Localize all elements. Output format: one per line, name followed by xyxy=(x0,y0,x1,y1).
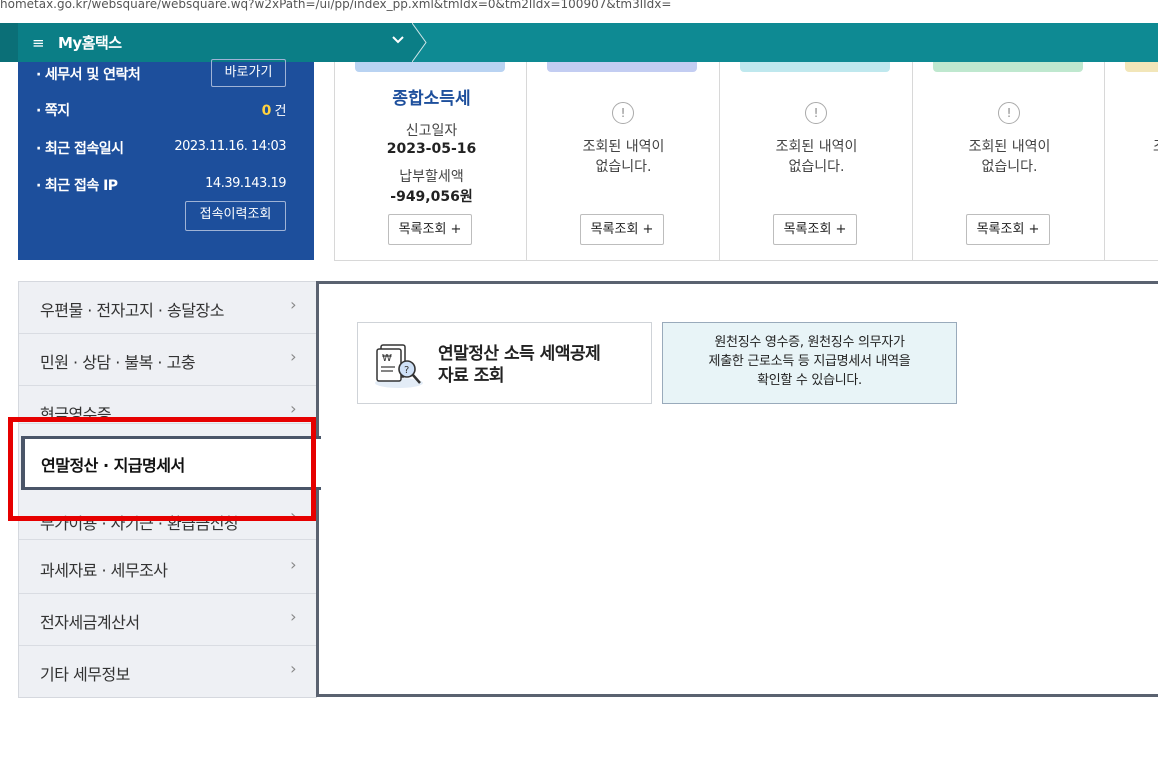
side-item-other-info[interactable]: 기타 세무정보 › xyxy=(19,646,316,698)
tax-office-label: 세무서 및 연락처 xyxy=(36,64,141,84)
side-item-e-invoice[interactable]: 전자세금계산서 › xyxy=(19,594,316,646)
empty-message: 조회된 내역이 없습니다. xyxy=(582,139,665,175)
side-item-label: 민원 · 상담 · 불복 · 고충 xyxy=(40,353,196,372)
nav-left-tab[interactable] xyxy=(0,23,18,62)
last-ip-value: 14.39.143.19 xyxy=(205,176,286,191)
annotation-highlight-box xyxy=(8,417,316,521)
menu-title: My홈택스 xyxy=(58,34,122,52)
date-label: 신고일자 xyxy=(405,123,458,139)
memo-count[interactable]: 0 건 xyxy=(262,100,287,119)
breadcrumb-separator-icon xyxy=(412,23,427,62)
last-ip-label: 최근 접속 IP xyxy=(36,175,118,195)
list-view-button[interactable]: 목록조회 + xyxy=(966,214,1050,245)
empty-message-partial: 조 xyxy=(1153,137,1158,157)
year-end-deduction-lookup-button[interactable]: ₩ ? 연말정산 소득 세액공제 자료 조회 xyxy=(357,322,652,404)
side-item-label: 전자세금계산서 xyxy=(40,613,140,632)
tax-office-row: 세무서 및 연락처 xyxy=(36,64,141,84)
amount-value: -949,056원 xyxy=(390,189,473,205)
side-item-civil[interactable]: 민원 · 상담 · 불복 · 고충 › xyxy=(19,334,316,386)
card-partial: 조 xyxy=(1104,62,1158,261)
card-cap xyxy=(740,62,890,72)
amount-label: 납부할세액 xyxy=(399,169,464,185)
card-empty-2: ! 조회된 내역이 없습니다. 목록조회 + xyxy=(719,62,912,261)
last-login-row: 최근 접속일시 xyxy=(36,138,124,158)
card-cap xyxy=(1125,62,1158,72)
chevron-down-icon[interactable] xyxy=(392,34,404,49)
document-search-icon: ₩ ? xyxy=(375,344,423,388)
side-item-label: 과세자료 · 세무조사 xyxy=(40,561,168,580)
my-hometax-menu[interactable]: ≡ My홈택스 xyxy=(18,23,414,62)
chevron-right-icon: › xyxy=(290,399,296,418)
last-login-label: 최근 접속일시 xyxy=(36,138,124,158)
user-info-panel: 세무서 및 연락처 바로가기 쪽지 0 건 최근 접속일시 2023.11.16… xyxy=(18,59,314,260)
hamburger-icon[interactable]: ≡ xyxy=(32,34,48,52)
chevron-right-icon: › xyxy=(290,347,296,366)
card-title[interactable]: 종합소득세 xyxy=(335,84,528,109)
tax-summary-cards: 종합소득세 신고일자 2023-05-16 납부할세액 -949,056원 목록… xyxy=(334,62,1158,261)
svg-text:₩: ₩ xyxy=(382,353,392,364)
chevron-right-icon: › xyxy=(290,555,296,574)
list-view-button[interactable]: 목록조회 + xyxy=(773,214,857,245)
card-cap xyxy=(933,62,1083,72)
exclamation-icon: ! xyxy=(805,102,827,124)
list-view-button[interactable]: 목록조회 + xyxy=(388,214,472,245)
list-view-button[interactable]: 목록조회 + xyxy=(580,214,664,245)
url-text: hometax.go.kr/websquare/websquare.wq?w2x… xyxy=(0,0,672,11)
last-login-value: 2023.11.16. 14:03 xyxy=(174,139,286,154)
card-cap xyxy=(547,62,697,72)
chevron-right-icon: › xyxy=(290,607,296,626)
exclamation-icon: ! xyxy=(612,102,634,124)
side-item-tax-audit[interactable]: 과세자료 · 세무조사 › xyxy=(19,542,316,594)
chevron-right-icon: › xyxy=(290,659,296,678)
service-description: 원천징수 영수증, 원천징수 의무자가 제출한 근로소득 등 지급명세서 내역을… xyxy=(662,322,957,404)
card-empty-3: ! 조회된 내역이 없습니다. 목록조회 + xyxy=(912,62,1105,261)
address-bar[interactable]: hometax.go.kr/websquare/websquare.wq?w2x… xyxy=(0,0,1158,18)
memo-label: 쪽지 xyxy=(36,100,70,120)
access-history-button[interactable]: 접속이력조회 xyxy=(185,201,286,231)
top-navigation: ≡ My홈택스 xyxy=(0,23,1158,62)
exclamation-icon: ! xyxy=(998,102,1020,124)
memo-row: 쪽지 xyxy=(36,100,70,120)
svg-text:?: ? xyxy=(404,365,409,376)
card-cap xyxy=(355,62,505,72)
empty-message: 조회된 내역이 없습니다. xyxy=(968,139,1051,175)
content-panel: ₩ ? 연말정산 소득 세액공제 자료 조회 원천징수 영수증, 원천징수 의무… xyxy=(316,281,1158,697)
side-item-mail[interactable]: 우편물 · 전자고지 · 송달장소 › xyxy=(19,282,316,334)
service-label: 연말정산 소득 세액공제 자료 조회 xyxy=(438,344,601,386)
chevron-right-icon: › xyxy=(290,295,296,314)
go-tax-office-button[interactable]: 바로가기 xyxy=(211,59,286,87)
last-ip-row: 최근 접속 IP xyxy=(36,175,118,195)
date-value: 2023-05-16 xyxy=(386,141,477,157)
empty-message: 조회된 내역이 없습니다. xyxy=(775,139,858,175)
side-item-label: 기타 세무정보 xyxy=(40,665,130,684)
card-income-tax: 종합소득세 신고일자 2023-05-16 납부할세액 -949,056원 목록… xyxy=(334,62,527,261)
card-empty-1: ! 조회된 내역이 없습니다. 목록조회 + xyxy=(526,62,719,261)
side-item-label: 우편물 · 전자고지 · 송달장소 xyxy=(40,301,224,320)
